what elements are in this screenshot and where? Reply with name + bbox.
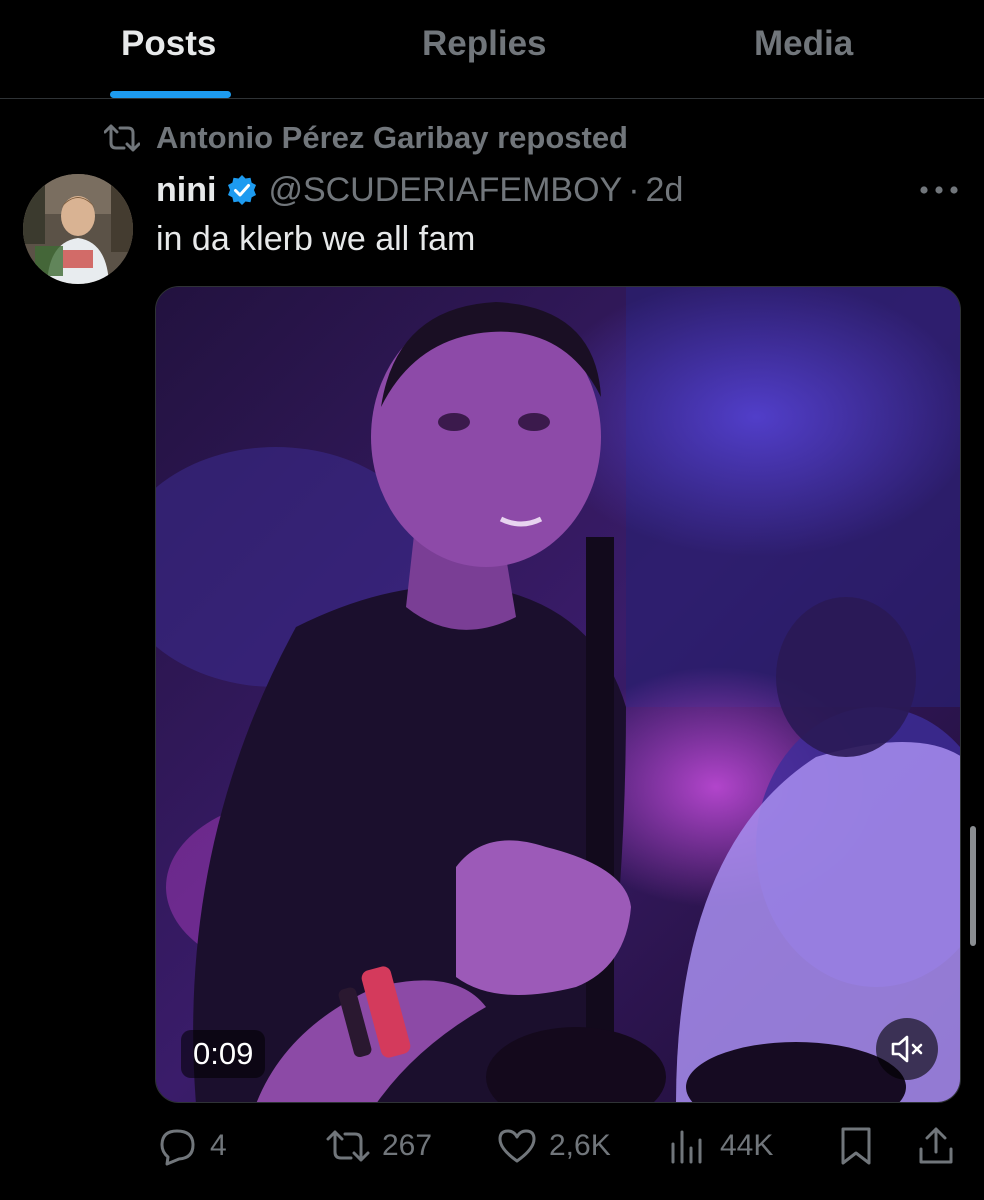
view-count: 44K bbox=[720, 1129, 774, 1162]
repost-context[interactable]: Antonio Pérez Garibay reposted bbox=[104, 118, 628, 158]
active-tab-indicator bbox=[110, 91, 231, 98]
share-button[interactable] bbox=[916, 1124, 968, 1168]
share-icon bbox=[919, 1127, 953, 1164]
tab-posts[interactable]: Posts bbox=[121, 24, 216, 64]
analytics-icon bbox=[671, 1130, 702, 1164]
reply-icon bbox=[160, 1129, 195, 1166]
tweet-text: in da klerb we all fam bbox=[156, 220, 476, 258]
repost-action-icon bbox=[326, 1130, 370, 1162]
repost-icon bbox=[104, 124, 140, 152]
author-handle[interactable]: @SCUDERIAFEMBOY bbox=[268, 171, 622, 210]
tab-media[interactable]: Media bbox=[754, 24, 853, 64]
video-frame bbox=[156, 287, 960, 1102]
avatar[interactable] bbox=[23, 174, 133, 284]
profile-tabs: Posts Replies Media bbox=[0, 0, 984, 99]
video-player[interactable]: 0:09 bbox=[155, 286, 961, 1103]
video-duration: 0:09 bbox=[181, 1030, 266, 1078]
repost-text: Antonio Pérez Garibay reposted bbox=[156, 120, 628, 155]
scrollbar[interactable] bbox=[970, 826, 976, 946]
views-button[interactable]: 44K bbox=[668, 1124, 773, 1168]
repost-button[interactable]: 267 bbox=[326, 1124, 432, 1168]
like-count: 2,6K bbox=[549, 1129, 611, 1162]
tab-replies[interactable]: Replies bbox=[422, 24, 547, 64]
heart-icon bbox=[498, 1129, 536, 1163]
bookmark-button[interactable] bbox=[838, 1124, 886, 1168]
like-button[interactable]: 2,6K bbox=[497, 1124, 611, 1168]
reply-count: 4 bbox=[210, 1129, 227, 1162]
reply-button[interactable]: 4 bbox=[158, 1124, 227, 1168]
muted-speaker-icon bbox=[891, 1035, 923, 1063]
avatar-image bbox=[23, 174, 133, 284]
separator-dot: · bbox=[628, 170, 640, 209]
more-options-button[interactable] bbox=[914, 172, 964, 208]
repost-count: 267 bbox=[382, 1129, 433, 1162]
author-name[interactable]: nini bbox=[156, 171, 216, 210]
bookmark-icon bbox=[841, 1127, 871, 1165]
verified-badge-icon bbox=[226, 174, 258, 206]
mute-button[interactable] bbox=[876, 1018, 938, 1080]
more-icon bbox=[920, 186, 958, 194]
tweet-header: nini @SCUDERIAFEMBOY · 2d bbox=[156, 168, 683, 212]
timestamp[interactable]: 2d bbox=[646, 171, 684, 210]
